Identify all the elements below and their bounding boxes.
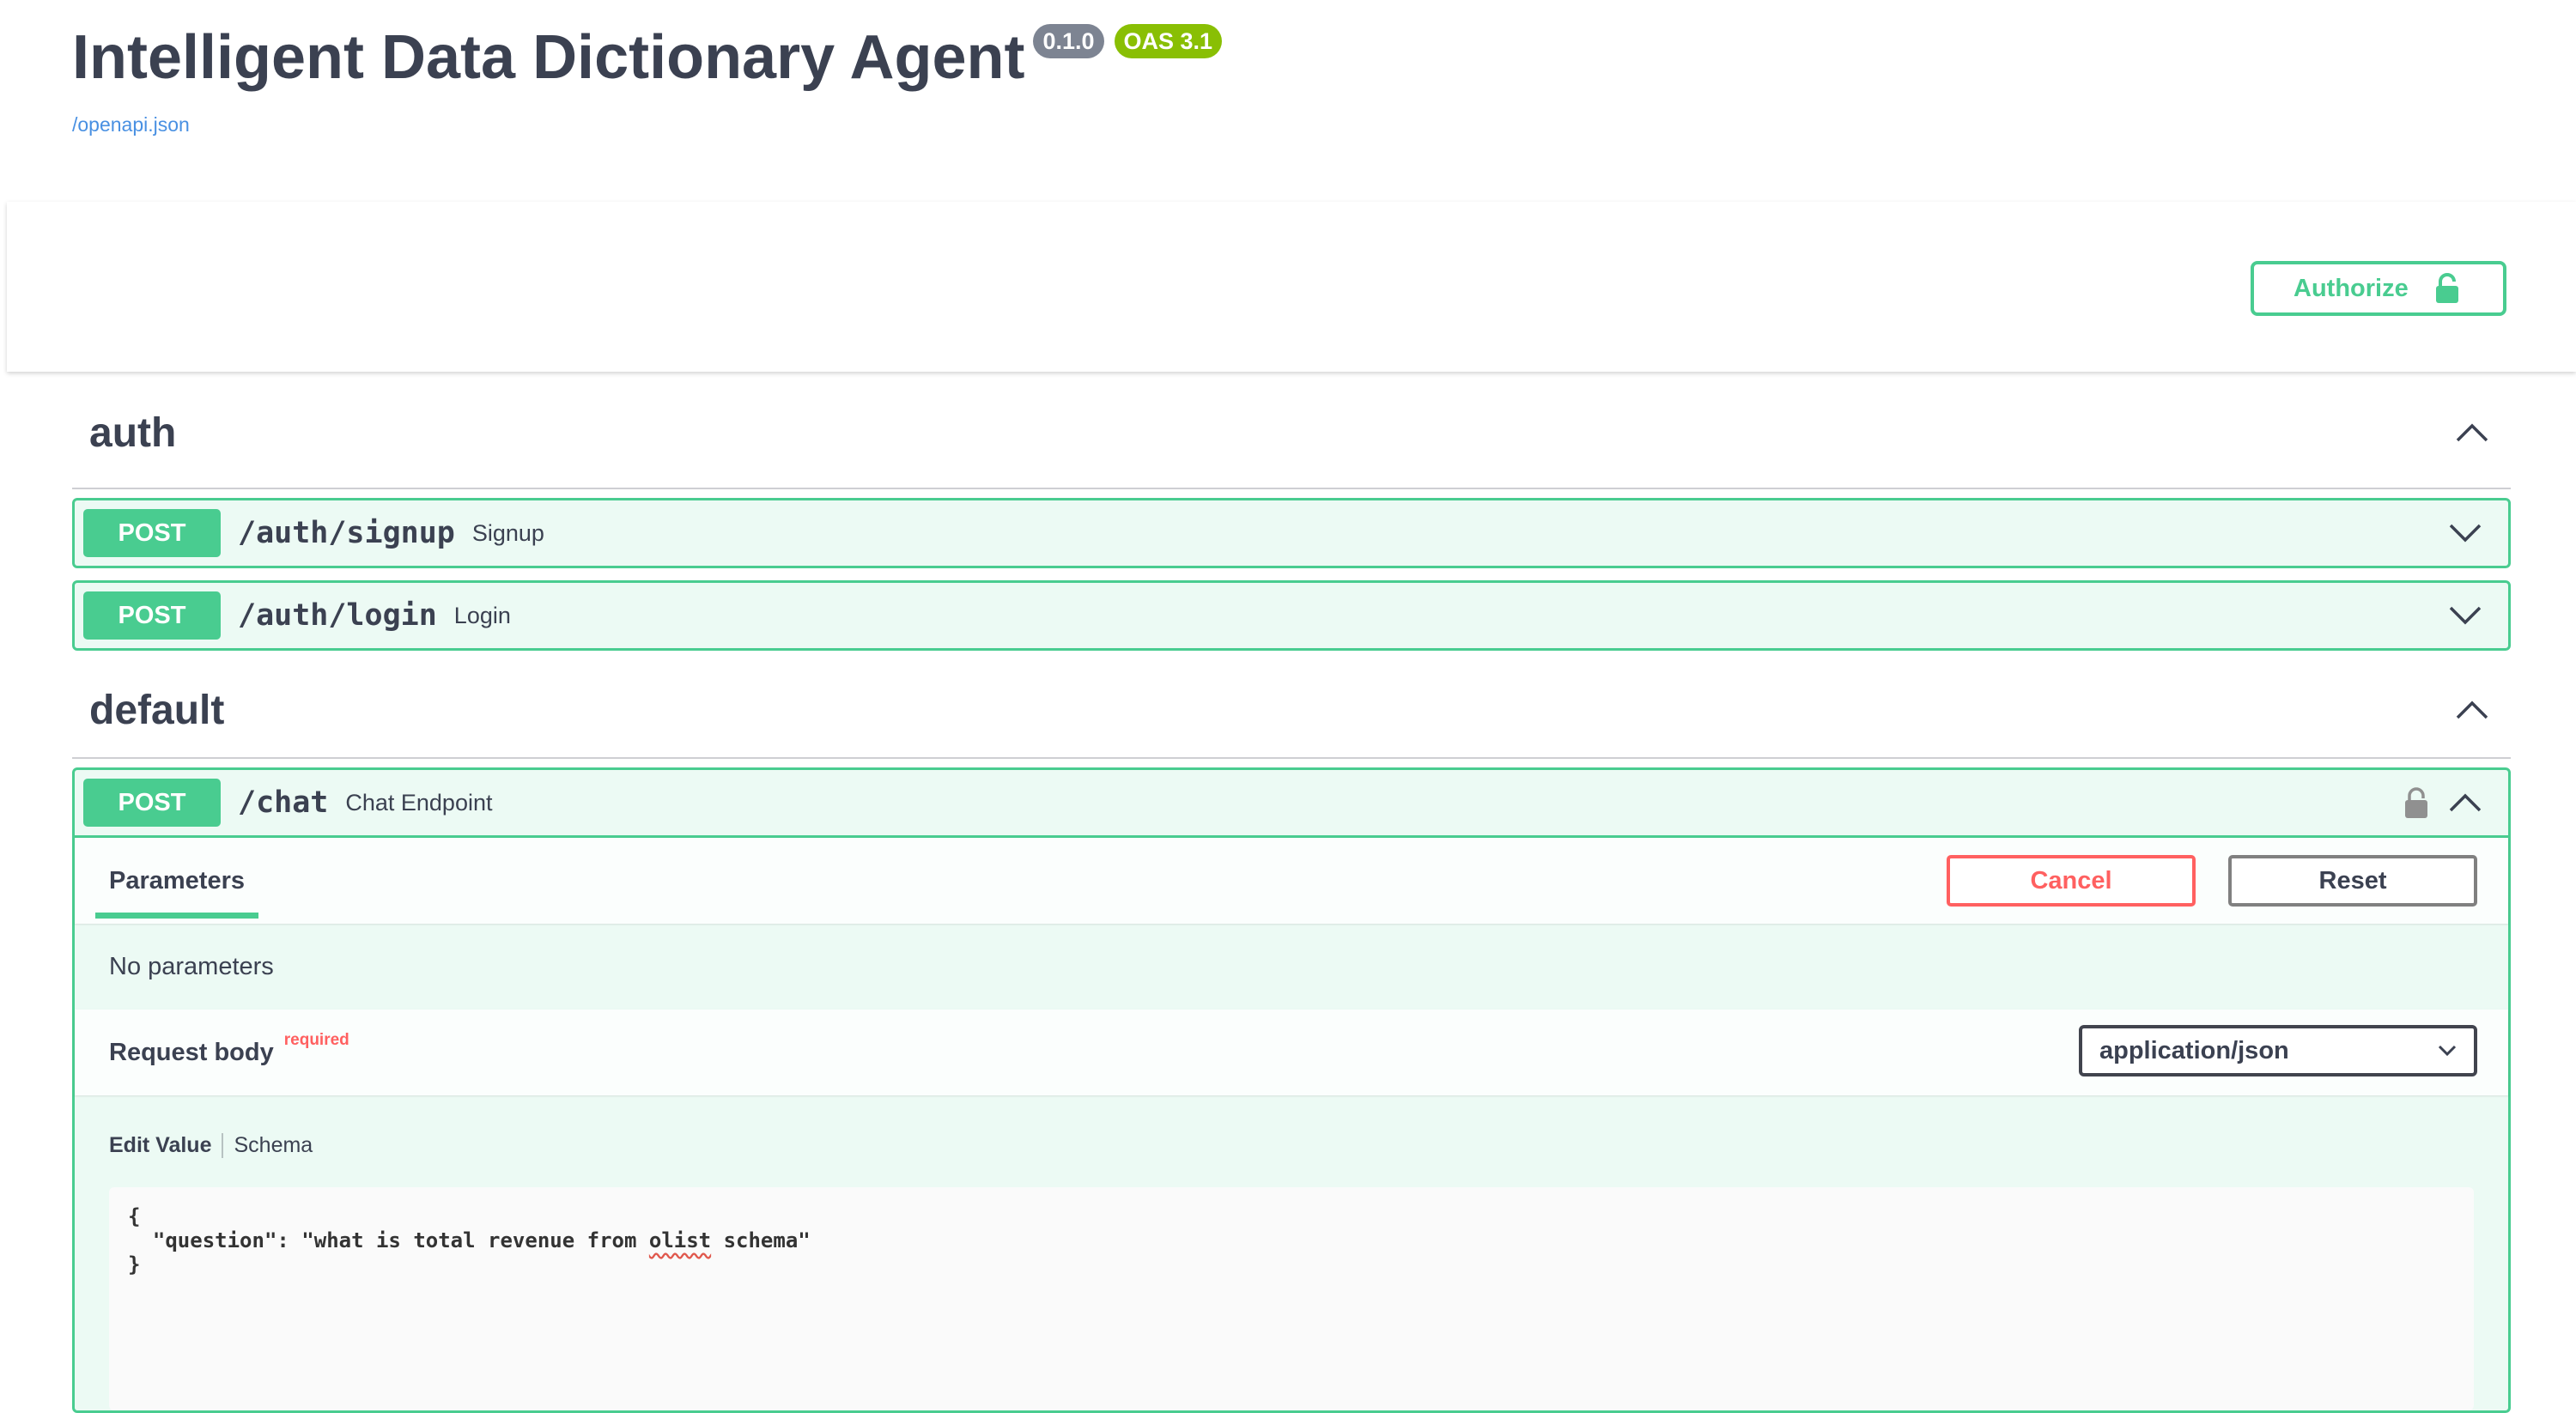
body-open-brace: { — [128, 1204, 141, 1228]
chevron-down-icon[interactable] — [2448, 605, 2482, 626]
reset-button[interactable]: Reset — [2228, 855, 2477, 907]
request-body-header: Request body required application/json — [75, 1010, 2508, 1095]
operation-description: Signup — [471, 519, 544, 546]
tag-default-name: default — [89, 687, 225, 733]
operations-wrapper: auth POST /auth/signup Signup POST /auth… — [72, 378, 2511, 1413]
no-parameters-text: No parameters — [109, 952, 274, 980]
chevron-up-icon[interactable] — [2451, 688, 2494, 731]
operation-summary[interactable]: POST /auth/signup Signup — [75, 500, 2508, 566]
operation-description: Login — [453, 602, 511, 628]
openapi-json-link[interactable]: /openapi.json — [72, 113, 1222, 136]
chevron-up-icon[interactable] — [2451, 411, 2494, 454]
authorize-button[interactable]: Authorize — [2251, 261, 2506, 316]
method-badge: POST — [83, 779, 221, 827]
method-badge: POST — [83, 591, 221, 640]
operation-auth-signup: POST /auth/signup Signup — [72, 498, 2511, 568]
chevron-down-icon[interactable] — [2448, 523, 2482, 543]
request-body-label: Request body — [109, 1038, 274, 1066]
operation-summary[interactable]: POST /chat Chat Endpoint — [75, 770, 2508, 838]
tag-auth-header[interactable]: auth — [72, 378, 2511, 489]
tab-edit-value[interactable]: Edit Value — [109, 1133, 224, 1158]
method-badge: POST — [83, 509, 221, 557]
cancel-button[interactable]: Cancel — [1947, 855, 2196, 907]
operation-summary[interactable]: POST /auth/login Login — [75, 583, 2508, 648]
body-misspelled-word: olist — [648, 1228, 712, 1252]
body-close-brace: } — [128, 1252, 141, 1277]
api-info: Intelligent Data Dictionary Agent 0.1.0 … — [72, 19, 1223, 136]
request-body-textarea[interactable]: { "question": "what is total revenue fro… — [109, 1187, 2474, 1410]
content-type-value: application/json — [2099, 1036, 2289, 1064]
body-rest: schema" — [711, 1228, 811, 1252]
tag-auth-name: auth — [89, 409, 177, 456]
tab-schema[interactable]: Schema — [223, 1133, 313, 1158]
title-row: Intelligent Data Dictionary Agent 0.1.0 … — [72, 19, 1223, 96]
body-key: "question": "what is total revenue from — [128, 1228, 649, 1252]
body-tabs: Edit Value Schema — [109, 1133, 2474, 1158]
required-marker: required — [283, 1031, 349, 1049]
chevron-down-icon — [2438, 1045, 2457, 1057]
operation-description: Chat Endpoint — [345, 789, 493, 816]
operation-path: /auth/login — [238, 598, 437, 633]
authorize-label: Authorize — [2293, 274, 2409, 302]
request-body-editor: Edit Value Schema { "question": "what is… — [75, 1095, 2508, 1410]
unlocked-icon — [2435, 273, 2458, 303]
operation-auth-login: POST /auth/login Login — [72, 580, 2511, 651]
operation-path: /auth/signup — [238, 516, 455, 550]
lock-icon[interactable] — [2403, 786, 2429, 819]
oas-badge: OAS 3.1 — [1114, 24, 1223, 58]
operation-chat: POST /chat Chat Endpoint Parameters Canc… — [72, 767, 2511, 1413]
operation-path: /chat — [238, 785, 329, 820]
page-title: Intelligent Data Dictionary Agent — [72, 23, 1025, 92]
version-badge: 0.1.0 — [1033, 24, 1104, 58]
chevron-up-icon[interactable] — [2448, 792, 2482, 813]
tab-parameters[interactable]: Parameters — [95, 838, 258, 924]
parameters-header: Parameters Cancel Reset — [75, 838, 2508, 924]
tag-default-header[interactable]: default — [72, 663, 2511, 759]
scheme-container: Authorize — [7, 202, 2576, 372]
content-type-select[interactable]: application/json — [2079, 1025, 2477, 1076]
